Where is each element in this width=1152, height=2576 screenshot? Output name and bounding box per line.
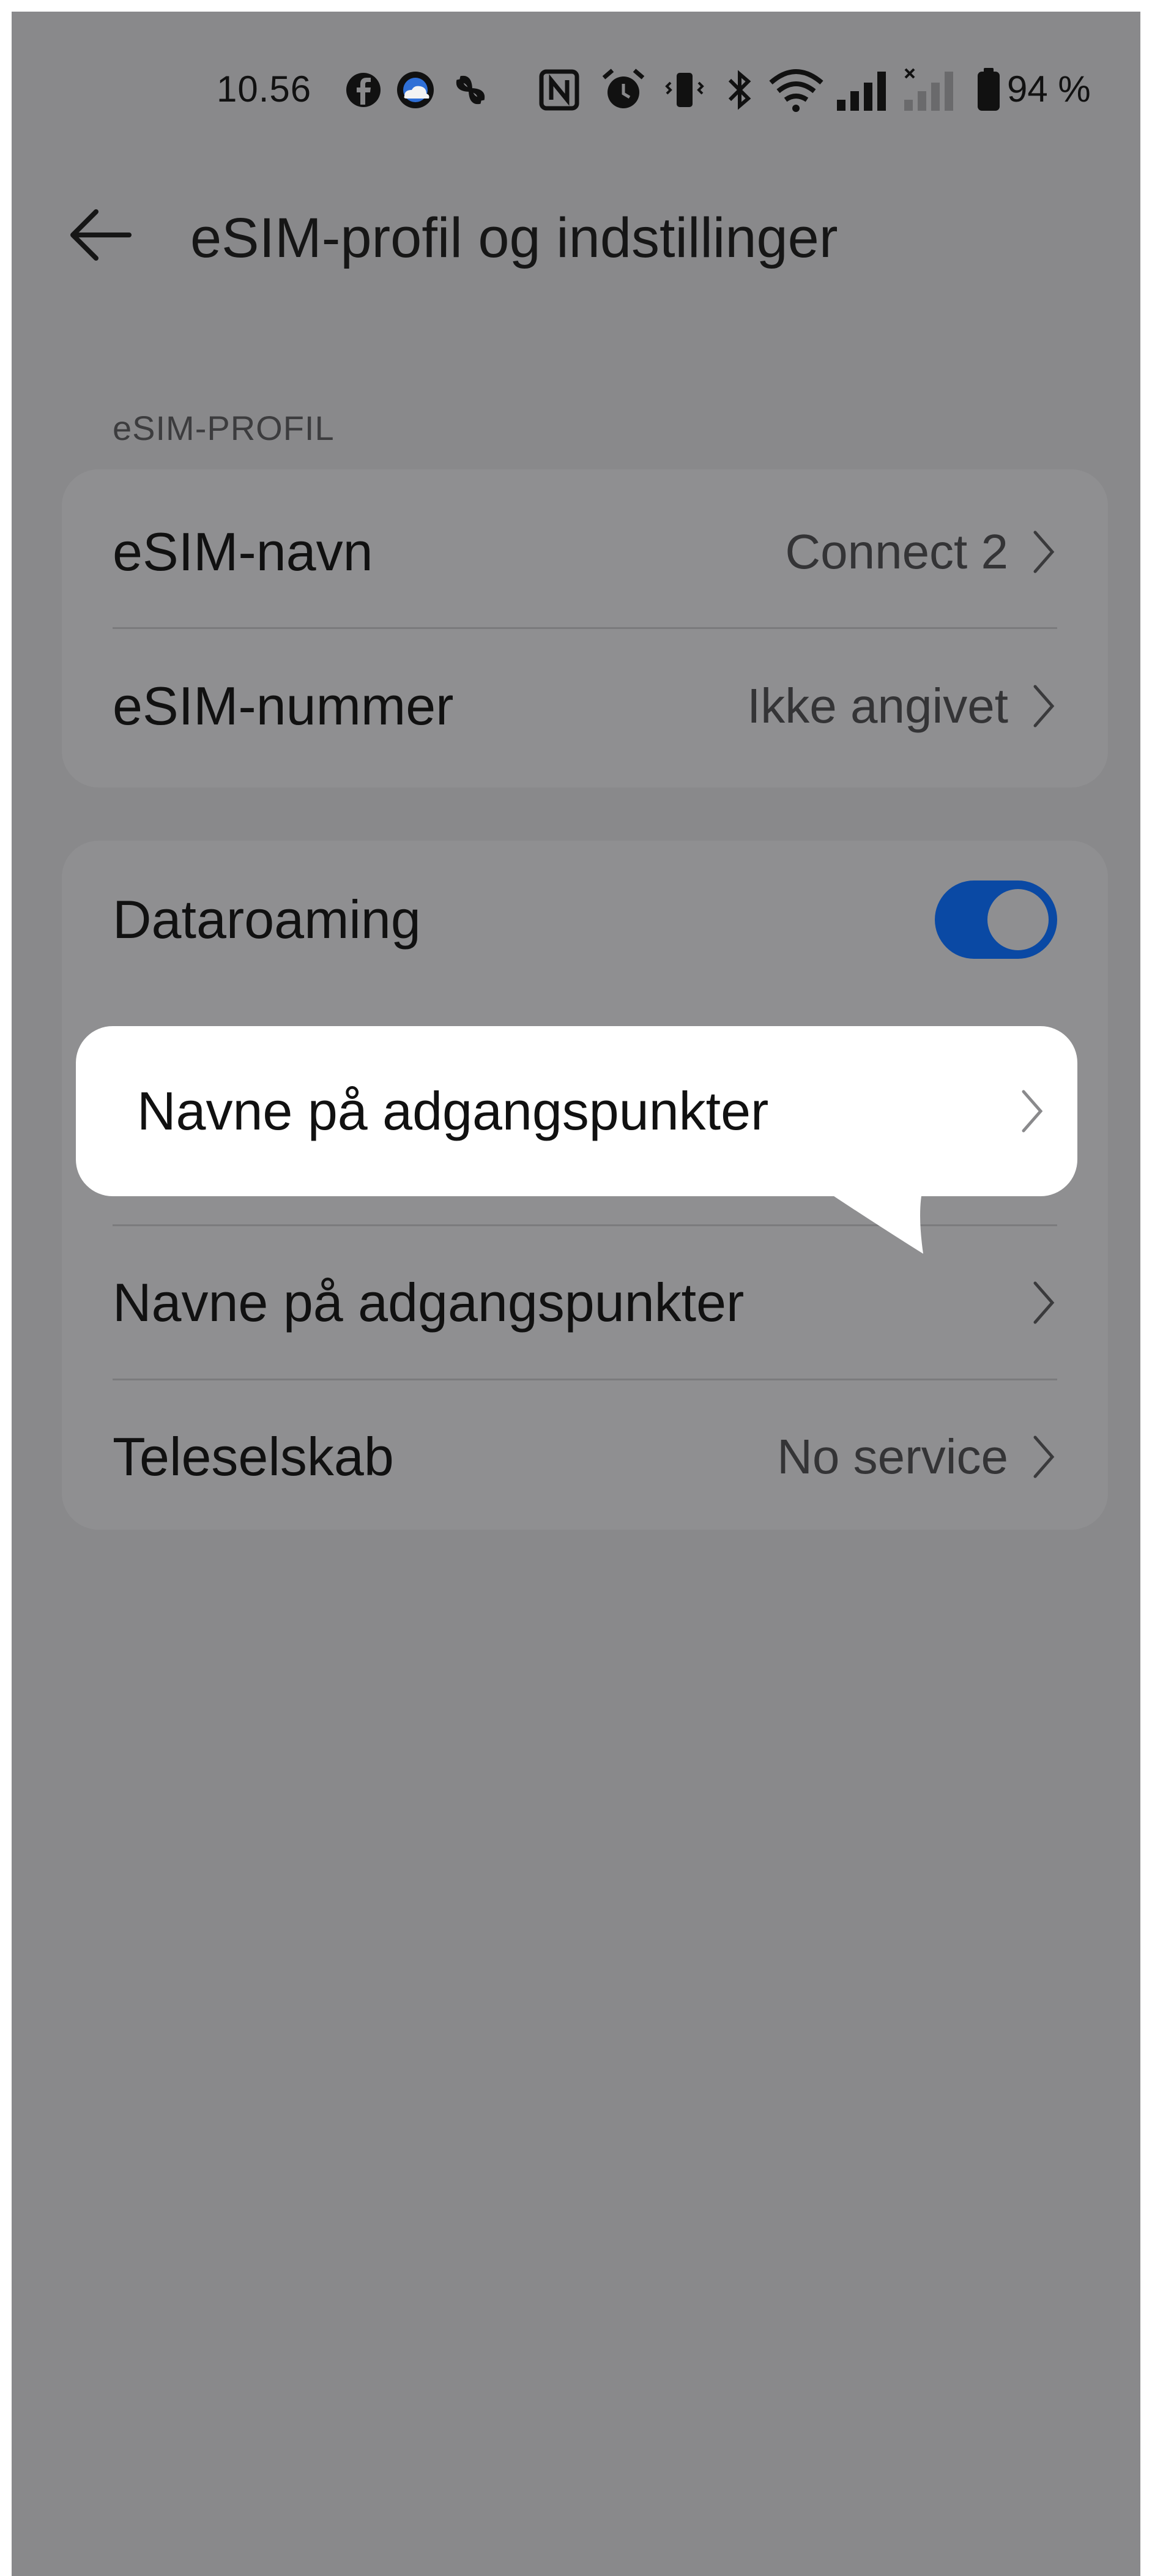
toggle-knob: [987, 889, 1049, 950]
battery-percentage: 94 %: [1007, 69, 1091, 110]
dataroaming-label: Dataroaming: [113, 889, 421, 950]
chevron-right-icon: [1033, 685, 1055, 728]
battery-icon: [978, 68, 1000, 111]
facebook-icon: [346, 73, 381, 107]
divider: [113, 627, 1057, 629]
vibrate-icon: [665, 73, 704, 107]
status-bar: 10.56 94 %: [12, 54, 1140, 128]
esim-number-label: eSIM-nummer: [113, 676, 454, 736]
back-button[interactable]: [61, 195, 140, 275]
carrier-value: No service: [777, 1429, 1008, 1484]
chevron-right-icon: [1022, 1090, 1043, 1133]
screen: 10.56 94 % eSIM-profil og indstillinger …: [12, 12, 1140, 2576]
alarm-icon: [602, 69, 645, 108]
section-label: eSIM-PROFIL: [113, 409, 335, 447]
carrier-row[interactable]: Teleselskab No service: [113, 1380, 1057, 1533]
callout-pointer: [819, 1186, 923, 1254]
carrier-label: Teleselskab: [113, 1426, 394, 1487]
weather-icon: [397, 72, 434, 108]
apn-label: Navne på adgangspunkter: [113, 1272, 745, 1333]
nfc-icon: [539, 69, 579, 111]
signal-nosim-icon: [904, 68, 953, 111]
wifi-icon: [769, 69, 823, 112]
esim-name-row[interactable]: eSIM-navn Connect 2: [113, 475, 1057, 628]
chevron-right-icon: [1033, 530, 1055, 573]
bluetooth-icon: [728, 70, 751, 110]
esim-profile-card: eSIM-navn Connect 2 eSIM-nummer Ikke ang…: [62, 469, 1108, 787]
page-title: eSIM-profil og indstillinger: [190, 207, 838, 269]
fan-icon: [456, 75, 485, 105]
callout-label: Navne på adgangspunkter: [137, 1081, 769, 1141]
signal-icon: [837, 72, 886, 111]
esim-name-label: eSIM-navn: [113, 521, 373, 582]
chevron-right-icon: [1033, 1435, 1055, 1478]
apn-highlight-callout[interactable]: Navne på adgangspunkter: [76, 1026, 1077, 1196]
chevron-right-icon: [1033, 1281, 1055, 1324]
arrow-left-icon: [70, 209, 132, 261]
status-time: 10.56: [217, 69, 312, 110]
esim-number-row[interactable]: eSIM-nummer Ikke angivet: [113, 630, 1057, 783]
dataroaming-toggle[interactable]: [935, 880, 1057, 959]
esim-number-value: Ikke angivet: [747, 679, 1008, 733]
esim-name-value: Connect 2: [785, 524, 1008, 579]
dataroaming-row[interactable]: Dataroaming: [113, 843, 1057, 996]
